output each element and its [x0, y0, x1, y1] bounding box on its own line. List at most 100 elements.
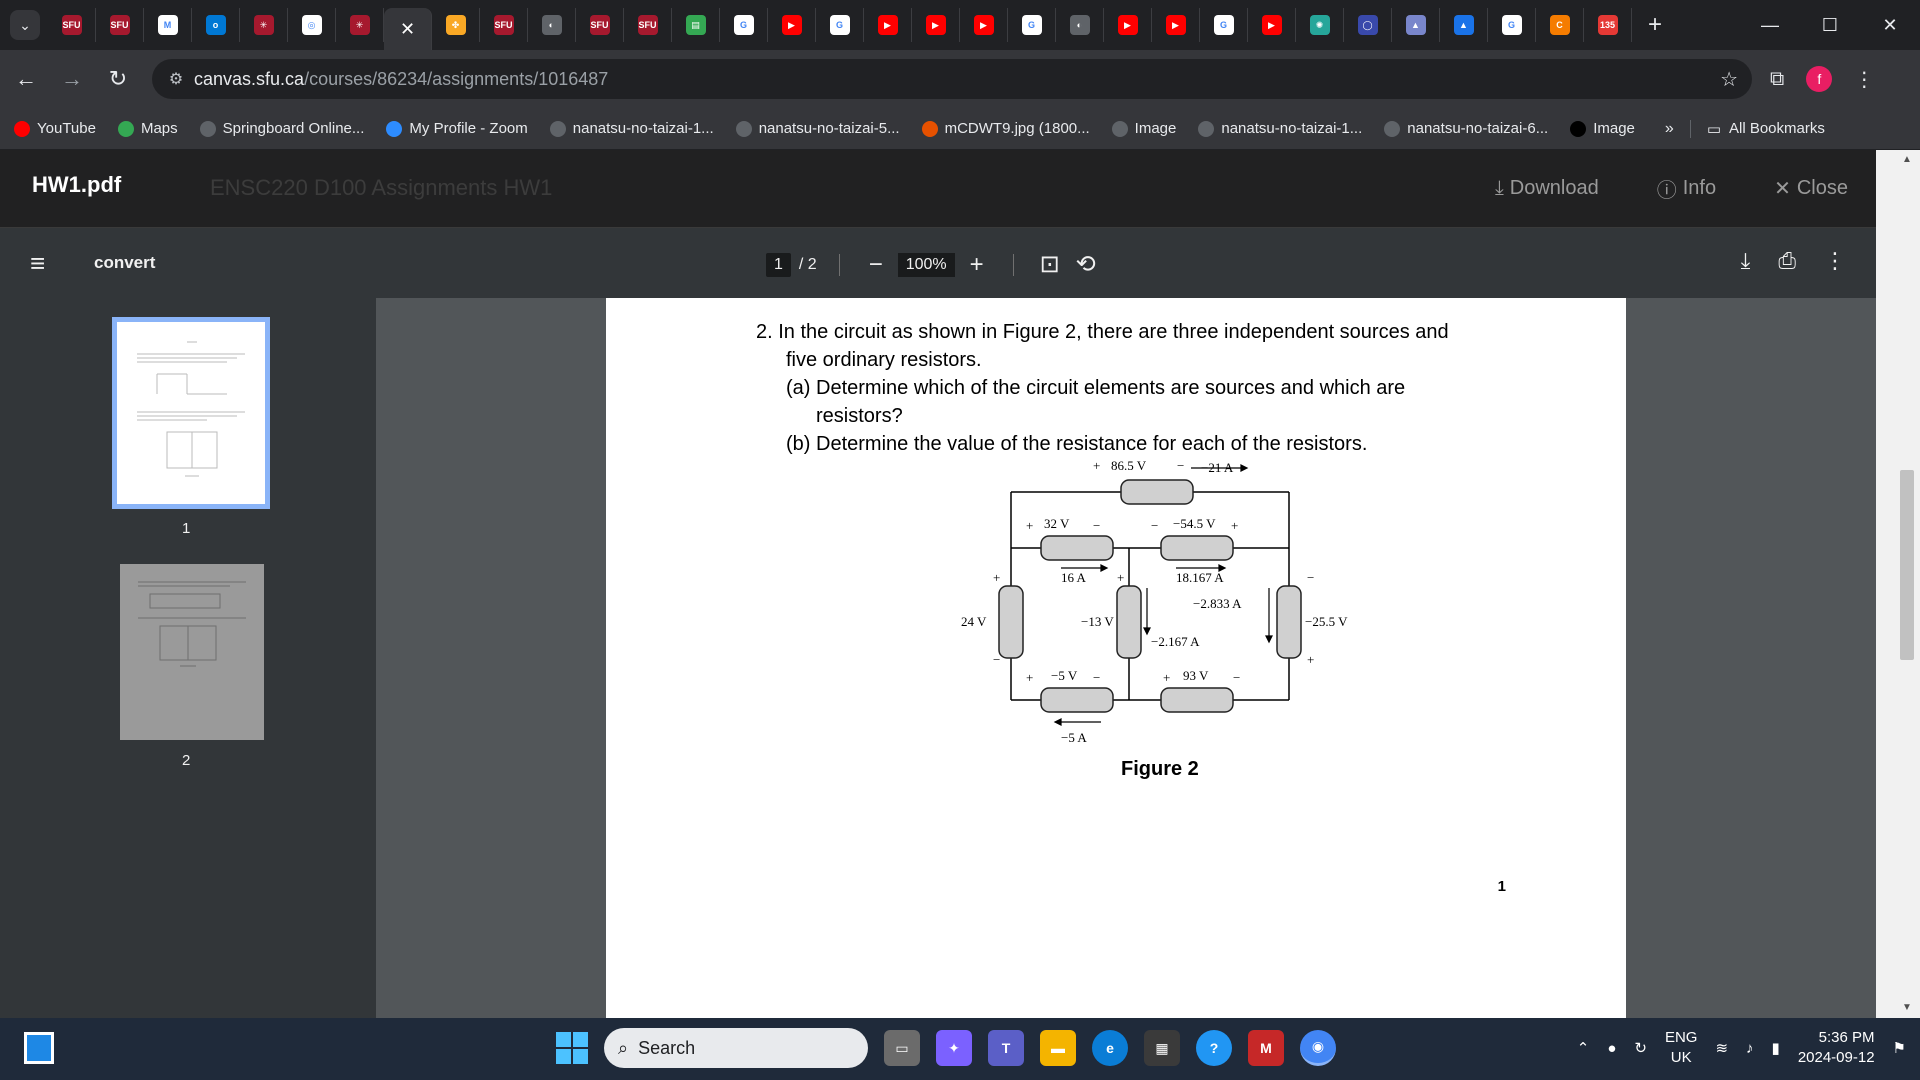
all-bookmarks-button[interactable]: ▭ All Bookmarks — [1689, 119, 1825, 138]
reload-button[interactable]: ↻ — [98, 59, 138, 99]
browser-tab[interactable]: ◐ — [528, 8, 576, 42]
more-options-icon[interactable]: ⋮ — [1824, 248, 1846, 274]
help-icon[interactable]: ? — [1196, 1030, 1232, 1066]
bookmark-item[interactable]: nanatsu-no-taizai-5... — [735, 120, 900, 137]
browser-tab[interactable]: o — [192, 8, 240, 42]
back-button[interactable]: ← — [6, 59, 46, 99]
active-tab-close-button[interactable]: ✕ — [384, 8, 432, 50]
browser-tab[interactable]: ▶ — [912, 8, 960, 42]
taskbar-search[interactable]: ⌕ Search — [604, 1028, 868, 1068]
bookmark-star-icon[interactable]: ☆ — [1720, 67, 1738, 92]
chevron-up-icon[interactable]: ⌃ — [1577, 1039, 1590, 1057]
clock[interactable]: 5:36 PM 2024-09-12 — [1798, 1028, 1875, 1068]
menu-icon[interactable]: ≡ — [30, 248, 60, 279]
file-explorer-icon[interactable]: ▬ — [1040, 1030, 1076, 1066]
bookmark-item[interactable]: Springboard Online... — [199, 120, 364, 137]
language-indicator[interactable]: ENG UK — [1665, 1028, 1698, 1068]
extensions-icon[interactable]: ⧉ — [1770, 68, 1784, 91]
fit-page-icon[interactable]: ⊡ — [1036, 250, 1064, 279]
battery-icon[interactable]: ▮ — [1772, 1039, 1780, 1057]
bookmark-item[interactable]: Image — [1111, 120, 1176, 137]
address-bar[interactable]: ⚙ canvas.sfu.ca/courses/86234/assignment… — [152, 59, 1752, 99]
new-tab-button[interactable]: + — [1640, 10, 1670, 40]
bookmark-item[interactable]: Image — [1570, 120, 1635, 137]
profile-avatar[interactable]: f — [1806, 66, 1833, 92]
browser-tab[interactable]: G — [720, 8, 768, 42]
browser-tab[interactable]: SFU — [624, 8, 672, 42]
download-icon[interactable]: ⤓ — [1741, 248, 1751, 274]
page-thumbnail[interactable] — [120, 564, 264, 740]
security-status-icon[interactable]: ● — [1607, 1040, 1616, 1057]
wifi-icon[interactable]: ≋ — [1715, 1039, 1728, 1057]
browser-tab[interactable]: ▶ — [1152, 8, 1200, 42]
maximize-button[interactable]: ☐ — [1800, 0, 1860, 50]
download-button[interactable]: ⤓ Download — [1495, 174, 1599, 203]
browser-tab[interactable]: SFU — [480, 8, 528, 42]
close-button[interactable]: ✕ Close — [1774, 174, 1848, 203]
page-thumbnail[interactable] — [112, 317, 270, 509]
browser-tab[interactable]: ✺ — [1296, 8, 1344, 42]
browser-tab[interactable]: ◯ — [1344, 8, 1392, 42]
close-window-button[interactable]: ✕ — [1860, 0, 1920, 50]
browser-menu-icon[interactable]: ⋮ — [1854, 67, 1874, 92]
store-icon[interactable]: ▦ — [1144, 1030, 1180, 1066]
teams-icon[interactable]: T — [988, 1030, 1024, 1066]
browser-tab[interactable]: ▶ — [1104, 8, 1152, 42]
bookmark-item[interactable]: nanatsu-no-taizai-1... — [1198, 120, 1362, 137]
scroll-down-icon[interactable]: ▼ — [1902, 1002, 1912, 1013]
browser-tab[interactable]: G — [1008, 8, 1056, 42]
browser-tab[interactable]: ▶ — [1248, 8, 1296, 42]
browser-tab[interactable]: ✳ — [336, 8, 384, 42]
edge-icon[interactable]: e — [1092, 1030, 1128, 1066]
scroll-thumb[interactable] — [1900, 470, 1914, 660]
browser-tab[interactable]: SFU — [48, 8, 96, 42]
bookmarks-overflow-button[interactable]: » — [1665, 120, 1674, 138]
print-icon[interactable]: ⎙ — [1778, 248, 1796, 274]
forward-button[interactable]: → — [52, 59, 92, 99]
browser-tab[interactable]: ◐ — [1056, 8, 1104, 42]
zoom-in-button[interactable]: + — [963, 251, 991, 279]
browser-tab[interactable]: ✤ — [432, 8, 480, 42]
browser-tab[interactable]: ▶ — [960, 8, 1008, 42]
browser-tab[interactable]: M — [144, 8, 192, 42]
notifications-icon[interactable]: ⚑ — [1893, 1039, 1906, 1057]
volume-icon[interactable]: ♪ — [1746, 1040, 1754, 1057]
sync-icon[interactable]: ↻ — [1634, 1039, 1647, 1057]
browser-tab[interactable]: G — [1488, 8, 1536, 42]
copilot-icon[interactable]: ✦ — [936, 1030, 972, 1066]
browser-tab[interactable]: ◎ — [288, 8, 336, 42]
bookmark-item[interactable]: mCDWT9.jpg (1800... — [921, 120, 1090, 137]
rotate-icon[interactable]: ⟲ — [1072, 250, 1100, 279]
bookmark-item[interactable]: My Profile - Zoom — [386, 120, 528, 137]
widgets-icon[interactable] — [24, 1032, 54, 1064]
browser-tab[interactable]: G — [816, 8, 864, 42]
browser-tab[interactable]: 135 — [1584, 8, 1632, 42]
page-number-input[interactable]: 1 — [766, 252, 791, 277]
minimize-button[interactable]: — — [1740, 0, 1800, 50]
site-info-icon[interactable]: ⚙ — [158, 69, 194, 89]
bookmark-item[interactable]: nanatsu-no-taizai-1... — [549, 120, 714, 137]
info-button[interactable]: ⓘ Info — [1657, 174, 1716, 203]
bookmark-item[interactable]: Maps — [117, 120, 178, 137]
browser-tab[interactable]: ▲ — [1392, 8, 1440, 42]
browser-tab[interactable]: SFU — [96, 8, 144, 42]
zoom-input[interactable]: 100% — [897, 252, 955, 277]
tab-search-button[interactable]: ⌄ — [10, 10, 40, 40]
browser-tab[interactable]: G — [1200, 8, 1248, 42]
browser-tab[interactable]: ▲ — [1440, 8, 1488, 42]
task-view-icon[interactable]: ▭ — [884, 1030, 920, 1066]
browser-tab[interactable]: ▶ — [864, 8, 912, 42]
browser-tab[interactable]: SFU — [576, 8, 624, 42]
mcafee-icon[interactable]: M — [1248, 1030, 1284, 1066]
browser-tab[interactable]: ▶ — [768, 8, 816, 42]
browser-tab[interactable]: ✳ — [240, 8, 288, 42]
scroll-up-icon[interactable]: ▲ — [1902, 154, 1912, 165]
browser-tab[interactable]: ▤ — [672, 8, 720, 42]
scrollbar[interactable]: ▲ ▼ — [1876, 150, 1920, 1018]
windows-start-icon[interactable] — [556, 1032, 588, 1064]
bookmark-item[interactable]: YouTube — [14, 120, 96, 137]
browser-tab[interactable]: C — [1536, 8, 1584, 42]
bookmark-item[interactable]: nanatsu-no-taizai-6... — [1384, 120, 1548, 137]
zoom-out-button[interactable]: − — [862, 251, 890, 279]
chrome-icon[interactable]: ◉ — [1300, 1030, 1336, 1066]
